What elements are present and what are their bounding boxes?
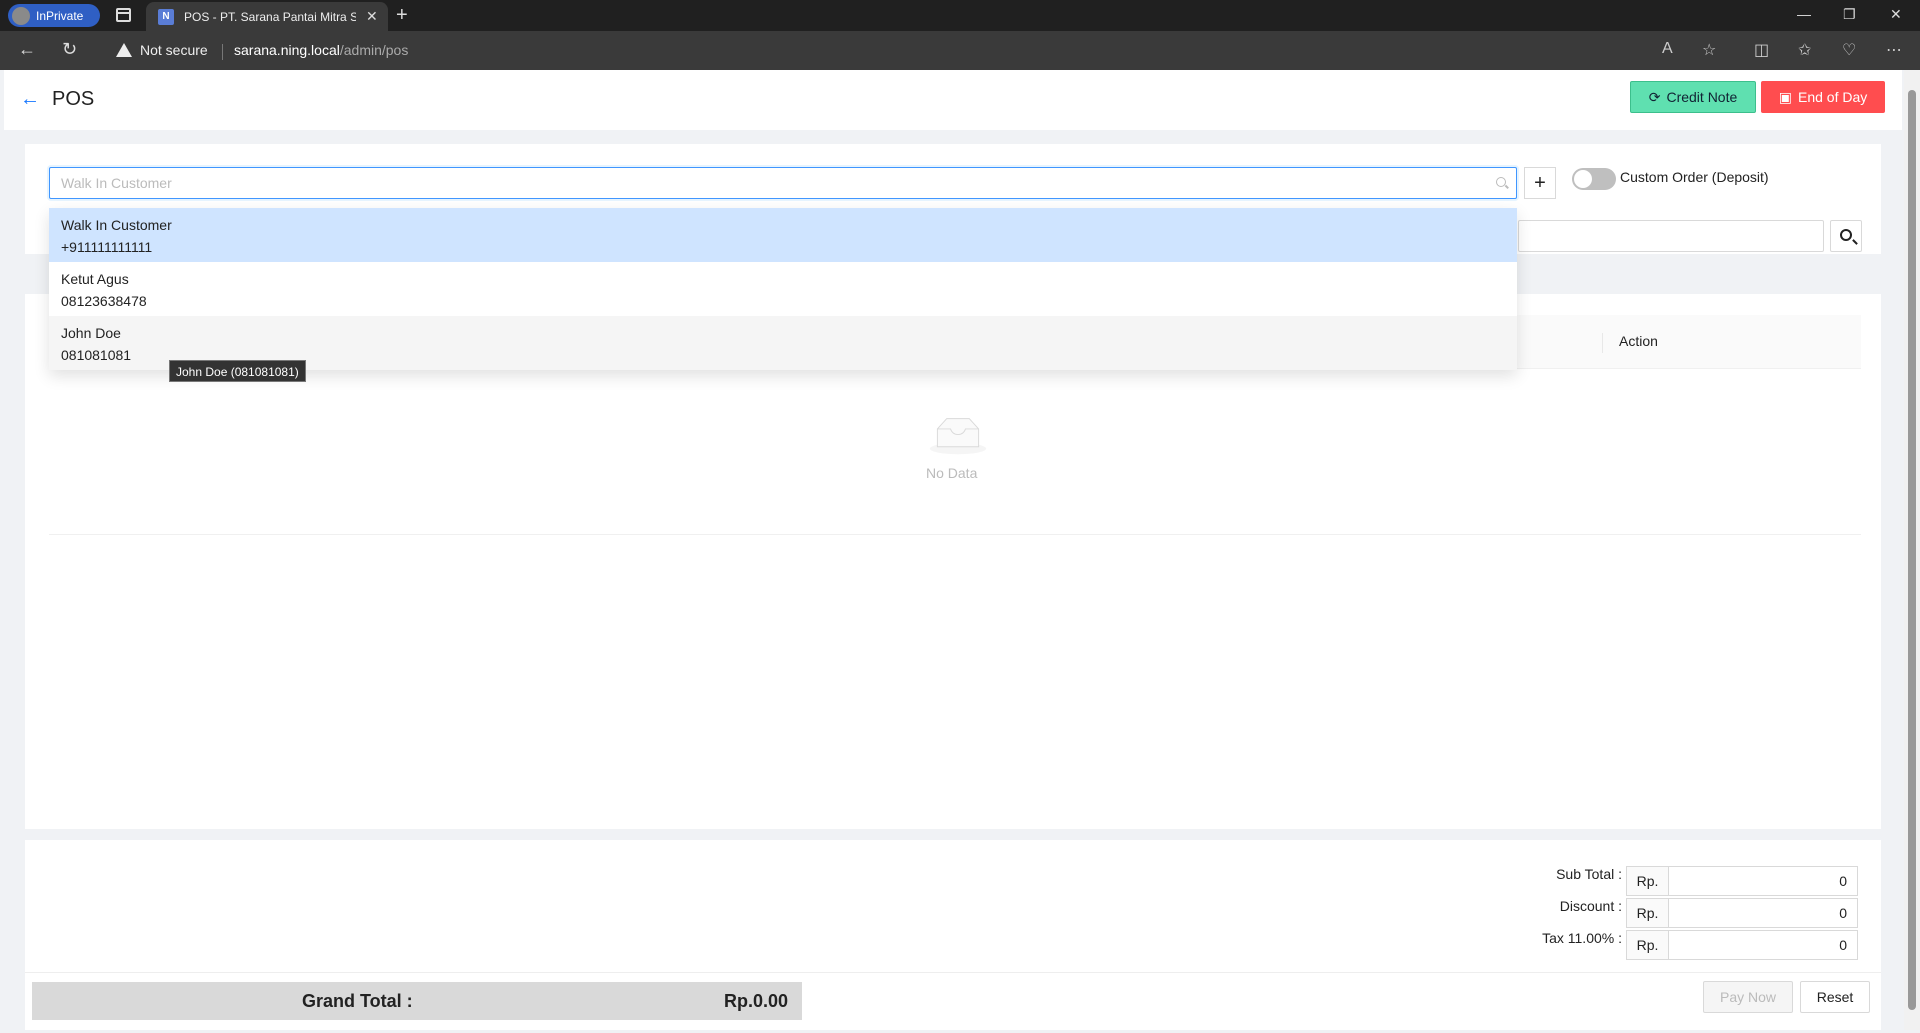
subtotal-field: Rp. 0 <box>1626 866 1858 896</box>
end-of-day-button[interactable]: ▣ End of Day <box>1761 81 1885 113</box>
browser-essentials-icon[interactable]: ♡ <box>1842 40 1856 60</box>
customer-option-phone: +911111111111 <box>61 239 153 255</box>
tab-title: POS - PT. Sarana Pantai Mitra Se... <box>184 9 356 24</box>
page-title: POS <box>52 88 95 110</box>
credit-note-label: Credit Note <box>1666 89 1738 105</box>
customer-select-placeholder: Walk In Customer <box>61 175 172 191</box>
custom-order-label: Custom Order (Deposit) <box>1620 169 1769 185</box>
plus-icon: + <box>1534 171 1546 194</box>
addressbar-divider <box>222 44 223 60</box>
reset-button[interactable]: Reset <box>1800 981 1870 1013</box>
tax-value: 0 <box>1839 937 1847 953</box>
customer-option-name: Ketut Agus <box>61 271 129 287</box>
customer-option-phone: 08123638478 <box>61 293 147 309</box>
search-icon <box>1840 229 1852 241</box>
pay-now-button[interactable]: Pay Now <box>1703 981 1793 1013</box>
search-icon <box>1496 177 1506 187</box>
calendar-icon: ▣ <box>1778 88 1792 105</box>
tax-currency: Rp. <box>1627 931 1669 959</box>
customer-option[interactable]: Ketut Agus 08123638478 <box>49 262 1517 316</box>
inprivate-badge[interactable]: InPrivate <box>8 4 100 27</box>
column-divider <box>1602 333 1603 353</box>
discount-label-wrap: Discount : <box>1404 898 1622 918</box>
add-customer-button[interactable]: + <box>1524 167 1556 199</box>
url-host: sarana.ning.local <box>234 42 340 58</box>
read-aloud-icon[interactable]: A <box>1662 40 1673 58</box>
subtotal-label: Sub Total : <box>1556 866 1622 882</box>
security-indicator[interactable]: Not secure <box>116 42 208 58</box>
empty-inbox-icon <box>929 418 987 455</box>
subtotal-currency: Rp. <box>1627 867 1669 895</box>
product-search-input[interactable] <box>1518 220 1824 252</box>
customer-option-name: Walk In Customer <box>61 217 172 233</box>
tax-field: Rp. 0 <box>1626 930 1858 960</box>
favorites-icon[interactable]: ✩ <box>1798 40 1811 60</box>
credit-note-button[interactable]: ⟳ Credit Note <box>1630 81 1756 113</box>
page-header: ← POS ⟳ Credit Note ▣ End of Day <box>4 70 1902 130</box>
tax-label: Tax 11.00% : <box>1542 930 1622 946</box>
subtotal-value: 0 <box>1839 873 1847 889</box>
security-label: Not secure <box>140 42 208 58</box>
discount-field[interactable]: Rp. 0 <box>1626 898 1858 928</box>
customer-option-name: John Doe <box>61 325 121 341</box>
discount-currency: Rp. <box>1627 899 1669 927</box>
grand-total-label: Grand Total : <box>302 991 413 1011</box>
browser-tab-active[interactable]: N POS - PT. Sarana Pantai Mitra Se... ✕ <box>146 2 388 31</box>
discount-label: Discount : <box>1559 898 1622 914</box>
customer-select[interactable]: Walk In Customer <box>49 167 1517 199</box>
workspaces-icon[interactable] <box>116 8 131 22</box>
empty-text: No Data <box>926 465 978 481</box>
end-of-day-label: End of Day <box>1797 89 1868 105</box>
customer-tooltip: John Doe (081081081) <box>169 360 306 382</box>
favorite-star-icon[interactable]: ☆ <box>1702 40 1716 60</box>
inprivate-label: InPrivate <box>36 8 84 23</box>
refresh-icon[interactable]: ↻ <box>62 39 77 60</box>
split-screen-icon[interactable]: ◫ <box>1754 40 1769 60</box>
browser-addressbar: ← ↻ Not secure sarana.ning.local/admin/p… <box>0 31 1920 70</box>
back-arrow-icon[interactable]: ← <box>20 88 40 111</box>
refresh-icon: ⟳ <box>1648 88 1661 105</box>
summary-divider <box>25 972 1881 973</box>
window-close-icon[interactable]: ✕ <box>1890 6 1902 23</box>
browser-tabbar: InPrivate N POS - PT. Sarana Pantai Mitr… <box>0 0 1920 31</box>
subtotal-label-wrap: Sub Total : <box>1404 866 1622 886</box>
warning-icon <box>116 43 132 57</box>
url-field[interactable]: sarana.ning.local/admin/pos <box>234 42 408 58</box>
site-favicon-icon: N <box>158 8 174 25</box>
profile-avatar <box>12 6 30 25</box>
tax-label-wrap: Tax 11.00% : <box>1404 930 1622 950</box>
back-icon[interactable]: ← <box>18 39 36 60</box>
more-options-icon[interactable]: ⋯ <box>1886 40 1902 60</box>
scrollbar-thumb[interactable] <box>1908 90 1916 1010</box>
page-scrollbar[interactable] <box>1904 70 1920 1030</box>
pos-page: ← POS ⟳ Credit Note ▣ End of Day Walk In… <box>4 70 1902 1030</box>
restore-icon[interactable]: ❐ <box>1843 6 1856 23</box>
table-divider <box>49 534 1861 535</box>
product-search-button[interactable] <box>1830 220 1862 252</box>
tab-close-icon[interactable]: ✕ <box>366 8 378 25</box>
custom-order-toggle[interactable] <box>1572 168 1616 190</box>
customer-dropdown: Walk In Customer +911111111111 Ketut Agu… <box>49 208 1517 370</box>
grand-total-bar: Grand Total : Rp.0.00 <box>32 982 802 1020</box>
action-column-header: Action <box>1619 333 1658 349</box>
grand-total-value: Rp.0.00 <box>723 991 788 1011</box>
discount-value: 0 <box>1839 905 1847 921</box>
url-path: /admin/pos <box>339 42 409 58</box>
minimize-icon[interactable]: — <box>1797 6 1811 22</box>
new-tab-icon[interactable]: + <box>396 4 408 27</box>
customer-option[interactable]: Walk In Customer +911111111111 <box>49 208 1517 262</box>
